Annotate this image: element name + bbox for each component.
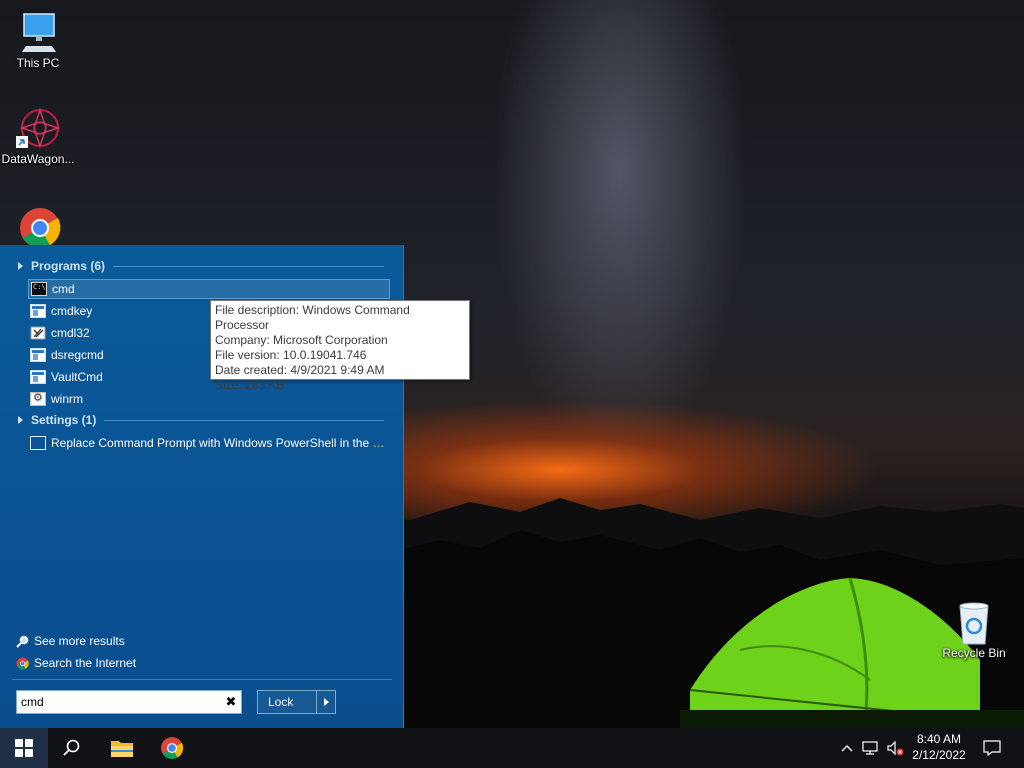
cmd-icon — [31, 282, 47, 296]
desktop-icon-label: Recycle Bin — [942, 646, 1006, 660]
clock-date: 2/12/2022 — [912, 748, 966, 762]
window-app-icon — [30, 370, 46, 384]
section-divider — [104, 419, 384, 421]
clear-search-icon[interactable]: ✖ — [221, 694, 241, 710]
expand-triangle-icon — [18, 262, 23, 270]
windows-logo-icon — [15, 739, 33, 757]
start-button[interactable] — [0, 728, 48, 768]
clock-time: 8:40 AM — [916, 732, 962, 746]
recycle-bin-icon — [950, 600, 998, 645]
file-explorer-icon — [111, 741, 133, 757]
tray-overflow-button[interactable] — [838, 728, 856, 768]
result-item-cmd[interactable]: cmd — [28, 279, 390, 299]
tooltip-line: Date created: 4/9/2021 9:49 AM — [215, 363, 385, 377]
result-label: cmdl32 — [51, 326, 90, 340]
lock-button[interactable]: Lock — [257, 690, 336, 714]
search-internet-link[interactable]: Search the Internet — [16, 656, 136, 670]
search-magnifier-icon — [16, 635, 29, 648]
search-separator — [12, 679, 392, 680]
tooltip-line: File version: 10.0.19041.746 — [215, 348, 367, 362]
see-more-label: See more results — [34, 634, 125, 648]
search-icon — [63, 739, 80, 756]
tooltip-line: Company: Microsoft Corporation — [215, 333, 388, 347]
desktop-icon-this-pc[interactable]: This PC — [0, 10, 76, 70]
result-label: dsregcmd — [51, 348, 104, 362]
settings-section-header[interactable]: Settings (1) — [18, 413, 384, 427]
gear-app-icon — [30, 391, 46, 406]
taskbar-file-explorer-button[interactable] — [98, 728, 146, 768]
settings-header-label: Settings (1) — [31, 413, 97, 427]
search-input[interactable] — [17, 692, 221, 712]
see-more-results-link[interactable]: See more results — [16, 634, 125, 648]
taskbar-chrome-button[interactable] — [148, 728, 196, 768]
result-label: VaultCmd — [51, 370, 103, 384]
lock-button-label: Lock — [268, 695, 294, 709]
programs-header-label: Programs (6) — [31, 259, 106, 273]
cmdl32-icon — [30, 326, 46, 340]
result-label: cmd — [52, 282, 75, 296]
settings-screen-icon — [30, 436, 46, 450]
result-label: cmdkey — [51, 304, 93, 318]
network-tray-button[interactable] — [860, 728, 882, 768]
network-icon — [862, 741, 878, 755]
desktop-icon-recycle-bin[interactable]: Recycle Bin — [936, 600, 1012, 660]
action-center-button[interactable] — [980, 728, 1004, 768]
chrome-icon — [161, 737, 184, 759]
search-box[interactable]: ✖ — [16, 690, 242, 714]
tooltip-line: Size: 283 KB — [215, 378, 285, 392]
chevron-up-icon — [841, 745, 853, 752]
notification-icon — [983, 740, 1001, 756]
power-options-arrow-icon[interactable] — [316, 691, 335, 713]
result-label: winrm — [51, 392, 83, 406]
file-info-tooltip: File description: Windows Command Proces… — [210, 300, 470, 392]
desktop-icon-datawagon[interactable]: DataWagon... — [0, 106, 76, 166]
chrome-icon — [16, 657, 29, 670]
chrome-icon — [14, 206, 62, 250]
window-app-icon — [30, 348, 46, 362]
tooltip-line: File description: Windows Command Proces… — [215, 303, 410, 332]
desktop-icon-label: DataWagon... — [1, 152, 75, 166]
window-app-icon — [30, 304, 46, 318]
programs-section-header[interactable]: Programs (6) — [18, 259, 384, 273]
datawagon-icon — [14, 106, 62, 150]
taskbar-clock[interactable]: 8:40 AM 2/12/2022 — [900, 728, 978, 768]
result-item-setting-powershell[interactable]: Replace Command Prompt with Windows Powe… — [28, 433, 390, 453]
section-divider — [113, 265, 384, 267]
expand-triangle-icon — [18, 416, 23, 424]
computer-icon — [14, 10, 62, 54]
taskbar-search-button[interactable] — [48, 728, 96, 768]
desktop-icon-label: This PC — [16, 56, 60, 70]
search-internet-label: Search the Internet — [34, 656, 137, 670]
result-label: Replace Command Prompt with Windows Powe… — [51, 436, 390, 450]
